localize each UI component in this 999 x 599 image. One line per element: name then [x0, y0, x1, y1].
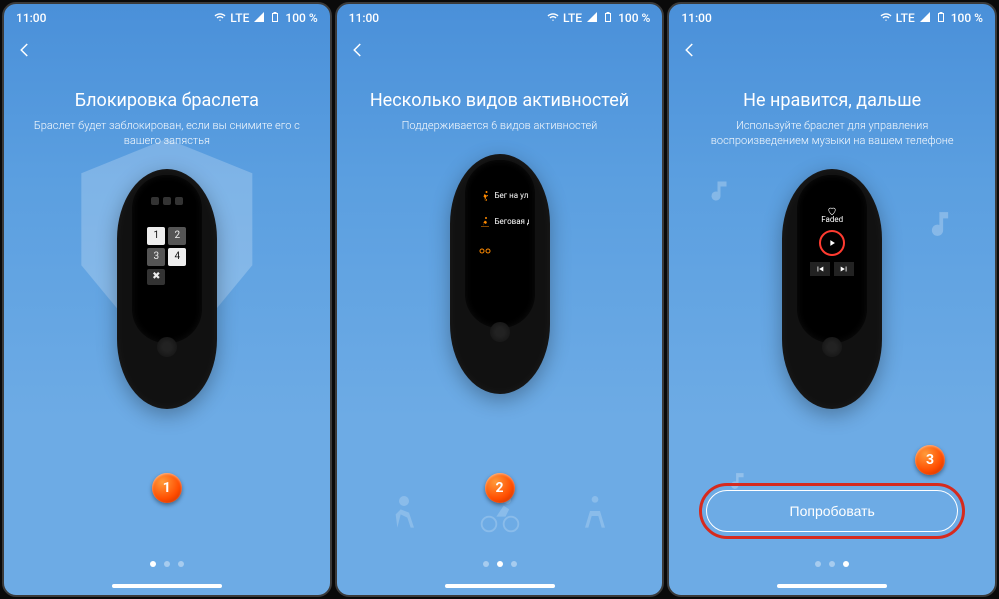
song-title: Faded [821, 215, 843, 224]
page-indicator [483, 561, 517, 567]
nav-bar [669, 32, 995, 72]
battery-icon [269, 11, 281, 26]
status-time: 11:00 [349, 11, 379, 25]
status-time: 11:00 [681, 11, 711, 25]
status-time: 11:00 [16, 11, 46, 25]
step-badge: 2 [485, 473, 515, 503]
onboarding-screen-3: 11:00 LTE 100 % Не нравится, дальше Испо… [667, 2, 997, 597]
network-label: LTE [230, 11, 249, 25]
band-screen: Faded [803, 191, 861, 311]
band-home-button [490, 322, 510, 342]
treadmill-icon [479, 216, 491, 228]
prev-track-icon [810, 262, 830, 276]
highlight-frame: Попробовать [699, 483, 965, 539]
content: Блокировка браслета Браслет будет заблок… [4, 72, 330, 595]
battery-label: 100 % [618, 11, 650, 25]
page-subtitle: Поддерживается 6 видов активностей [402, 119, 598, 134]
page-indicator [815, 561, 849, 567]
signal-icon [586, 11, 598, 26]
battery-icon [935, 11, 947, 26]
band-illustration: 1 2 3 4 ✖ [24, 169, 310, 595]
band-home-button [822, 337, 842, 357]
activity-2-label: Беговая до [495, 217, 529, 226]
page-title: Блокировка браслета [75, 90, 259, 111]
status-right: LTE 100 % [880, 11, 983, 26]
status-bar: 11:00 LTE 100 % [337, 4, 663, 32]
cycling-icon [479, 242, 491, 254]
music-note-icon [925, 209, 955, 243]
nav-bar [4, 32, 330, 72]
battery-icon [602, 11, 614, 26]
signal-icon [253, 11, 265, 26]
dot-1 [815, 561, 821, 567]
activity-row-3 [471, 242, 529, 254]
wifi-icon [214, 11, 226, 26]
key-4: 4 [168, 248, 186, 266]
dot-3 [843, 561, 849, 567]
play-button [819, 230, 845, 256]
status-right: LTE 100 % [214, 11, 317, 26]
dot-3 [178, 561, 184, 567]
running-icon [479, 190, 491, 202]
band-illustration: Бег на ули Беговая до [357, 154, 643, 595]
android-home-bar[interactable] [445, 584, 555, 588]
dot-2 [829, 561, 835, 567]
lock-keypad: 1 2 3 4 ✖ [147, 227, 186, 285]
key-clear: ✖ [147, 269, 165, 285]
signal-icon [919, 11, 931, 26]
activity-row-2: Беговая до [471, 216, 529, 228]
wifi-icon [547, 11, 559, 26]
content: Несколько видов активностей Поддерживает… [337, 72, 663, 595]
band-screen: Бег на ули Беговая до [471, 176, 529, 296]
dot-1 [483, 561, 489, 567]
network-label: LTE [896, 11, 915, 25]
band-status-icons [151, 197, 183, 205]
content: Не нравится, дальше Используйте браслет … [669, 72, 995, 595]
band-home-button [157, 337, 177, 357]
nav-bar [337, 32, 663, 72]
android-home-bar[interactable] [112, 584, 222, 588]
band-device: 1 2 3 4 ✖ [117, 169, 217, 409]
status-right: LTE 100 % [547, 11, 650, 26]
onboarding-screen-1: 11:00 LTE 100 % Блокировка браслета Брас… [2, 2, 332, 597]
key-2: 2 [168, 227, 186, 245]
key-3: 3 [147, 248, 165, 266]
back-icon[interactable] [681, 41, 699, 63]
android-home-bar[interactable] [777, 584, 887, 588]
battery-label: 100 % [285, 11, 317, 25]
band-device: Бег на ули Беговая до [450, 154, 550, 394]
dot-3 [511, 561, 517, 567]
step-badge: 1 [152, 473, 182, 503]
step-badge: 3 [915, 445, 945, 475]
page-title: Не нравится, дальше [743, 90, 921, 111]
dot-2 [497, 561, 503, 567]
back-icon[interactable] [16, 41, 34, 63]
music-controls [810, 262, 854, 276]
try-button[interactable]: Попробовать [706, 490, 958, 532]
page-title: Несколько видов активностей [370, 90, 629, 111]
band-screen: 1 2 3 4 ✖ [138, 191, 196, 311]
status-bar: 11:00 LTE 100 % [4, 4, 330, 32]
heart-icon [827, 201, 837, 211]
page-subtitle: Используйте браслет для управления воспр… [689, 119, 975, 149]
status-bar: 11:00 LTE 100 % [669, 4, 995, 32]
activity-row-1: Бег на ули [471, 190, 529, 202]
next-track-icon [834, 262, 854, 276]
dot-2 [164, 561, 170, 567]
back-icon[interactable] [349, 41, 367, 63]
music-note-icon [709, 179, 733, 207]
wifi-icon [880, 11, 892, 26]
key-1: 1 [147, 227, 165, 245]
battery-label: 100 % [951, 11, 983, 25]
band-device: Faded [782, 169, 882, 409]
onboarding-screen-2: 11:00 LTE 100 % Несколько видов активнос… [335, 2, 665, 597]
page-indicator [150, 561, 184, 567]
dot-1 [150, 561, 156, 567]
activity-1-label: Бег на ули [495, 191, 529, 200]
network-label: LTE [563, 11, 582, 25]
